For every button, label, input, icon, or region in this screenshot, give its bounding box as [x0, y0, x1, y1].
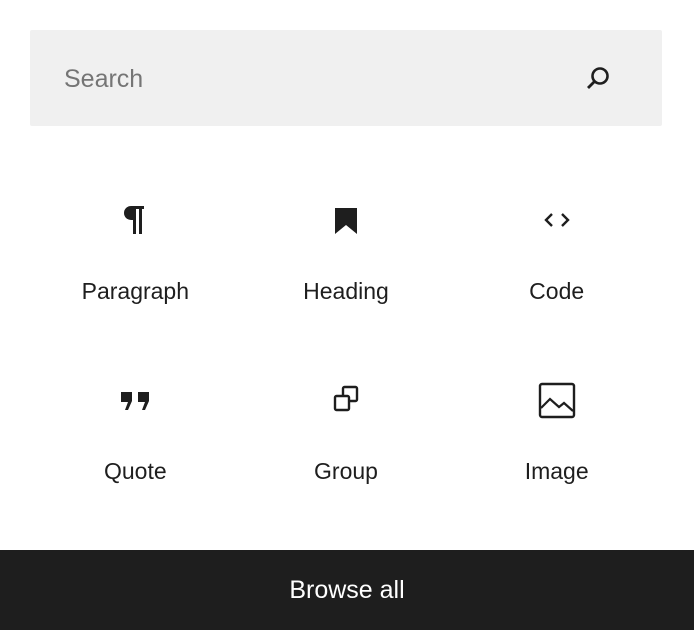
image-icon	[538, 382, 575, 419]
block-heading[interactable]: Heading	[241, 160, 452, 340]
paragraph-icon	[124, 206, 145, 234]
group-icon	[333, 385, 359, 412]
code-icon	[543, 213, 570, 227]
block-group[interactable]: Group	[241, 340, 452, 520]
block-label: Code	[529, 278, 585, 304]
block-image[interactable]: Image	[451, 340, 662, 520]
bookmark-icon	[334, 208, 357, 234]
block-label: Heading	[303, 278, 389, 304]
block-label: Quote	[104, 458, 167, 484]
search-input[interactable]	[62, 30, 566, 128]
block-label: Group	[314, 458, 378, 484]
block-label: Paragraph	[81, 278, 190, 304]
block-label: Image	[524, 458, 589, 484]
search-box	[30, 30, 662, 128]
block-paragraph[interactable]: Paragraph	[30, 160, 241, 340]
block-code[interactable]: Code	[451, 160, 662, 340]
block-grid: Paragraph Heading Code Quote Group Image	[30, 160, 662, 520]
block-quote[interactable]: Quote	[30, 340, 241, 520]
quote-icon	[121, 392, 150, 410]
browse-all-button[interactable]: Browse all	[0, 550, 694, 630]
search-icon[interactable]	[583, 64, 613, 94]
